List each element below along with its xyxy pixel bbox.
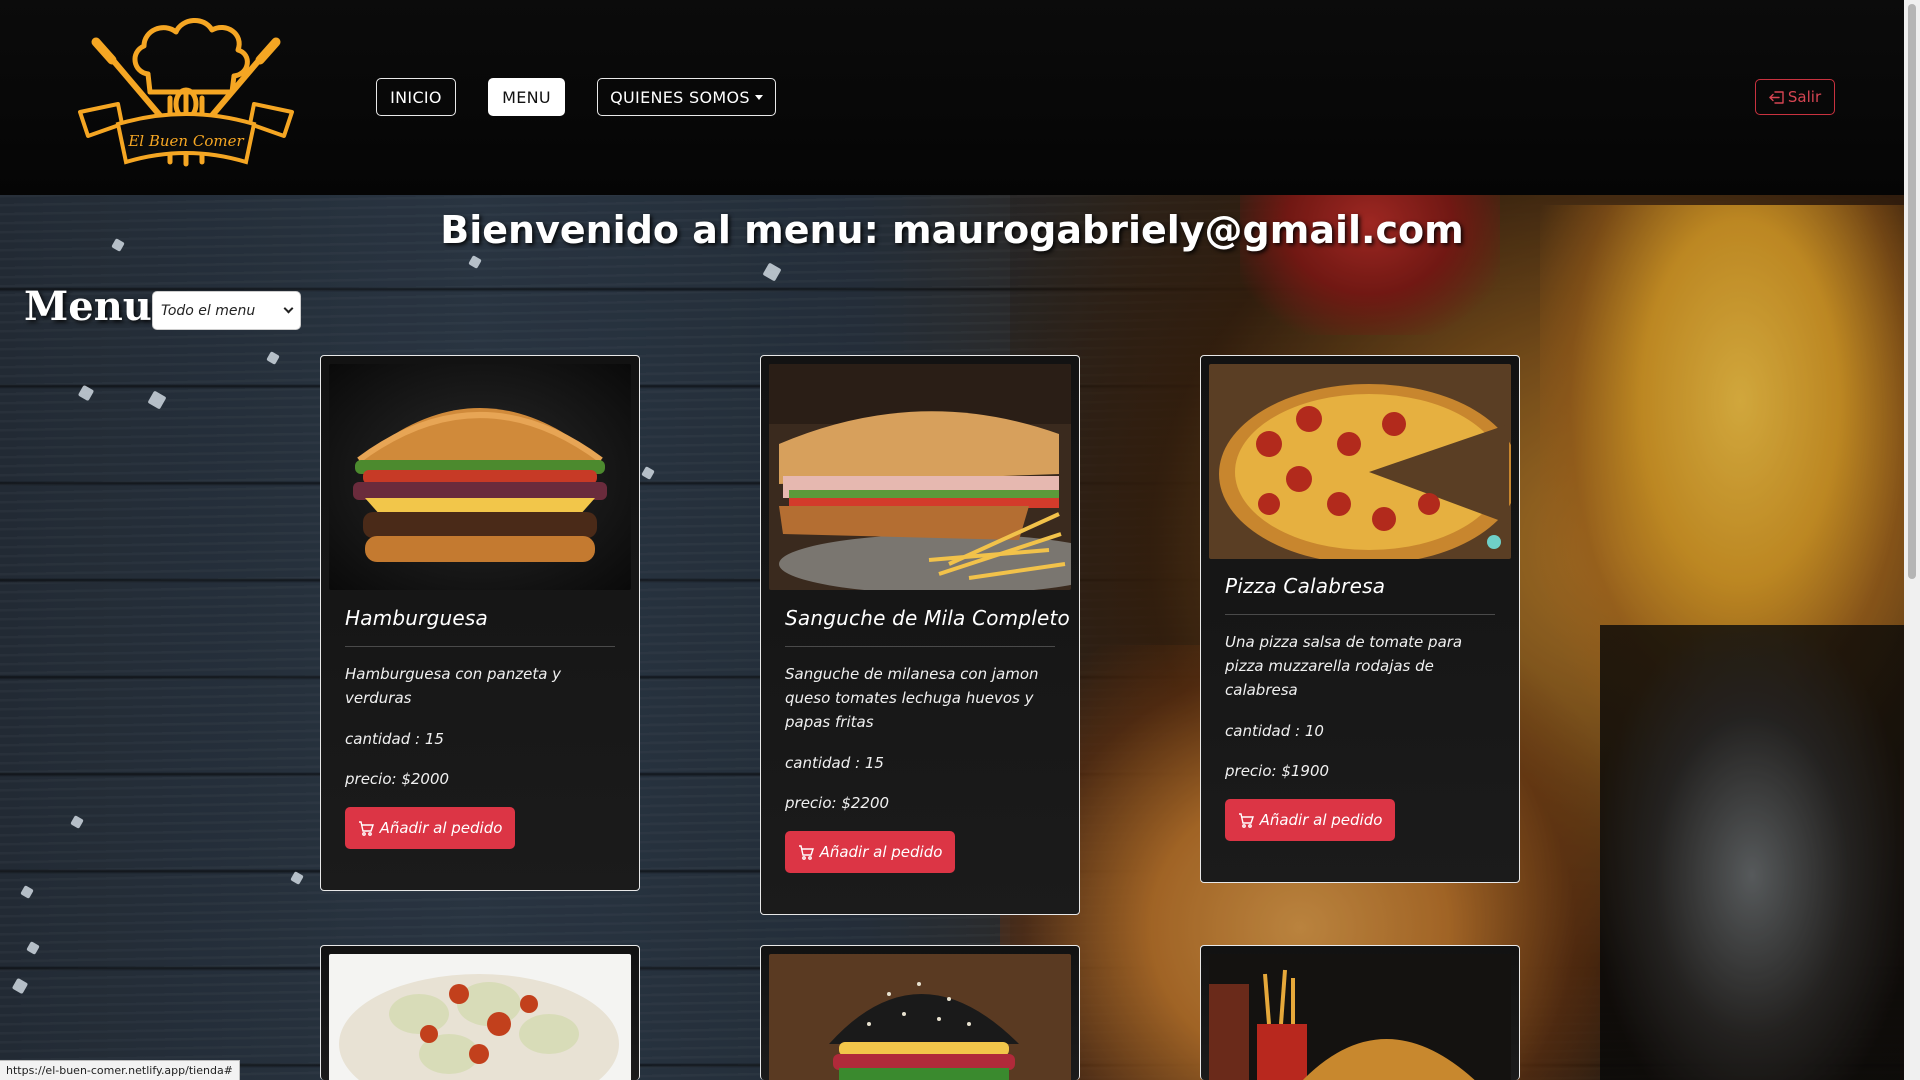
menu-card: Hamburguesa Hamburguesa con panzeta y ve… — [320, 355, 640, 891]
status-bar-url: https://el-buen-comer.netlify.app/tienda… — [0, 1060, 240, 1080]
card-title: Hamburguesa — [345, 606, 488, 630]
chef-logo-icon[interactable]: El Buen Comer — [78, 12, 294, 184]
chevron-down-icon — [283, 303, 294, 314]
card-quantity: cantidad : 15 — [785, 754, 884, 772]
menu-card: Pizza Calabresa Una pizza salsa de tomat… — [1200, 355, 1520, 883]
cart-icon — [1238, 812, 1254, 828]
card-divider — [345, 646, 615, 647]
cart-icon — [358, 820, 374, 836]
black-burger-image — [769, 954, 1071, 1080]
add-to-order-label: Añadir al pedido — [819, 843, 943, 861]
logout-label: Salir — [1787, 88, 1822, 106]
menu-card: Sanguche de Mila Completo Sanguche de mi… — [760, 355, 1080, 915]
card-price: precio: $2000 — [345, 770, 450, 788]
cart-icon — [798, 844, 814, 860]
menu-card — [320, 945, 640, 1080]
add-to-order-button[interactable]: Añadir al pedido — [785, 831, 955, 873]
card-quantity: cantidad : 10 — [1225, 722, 1324, 740]
add-to-order-label: Añadir al pedido — [1259, 811, 1383, 829]
nav-quienes-somos-label: QUIENES SOMOS — [610, 87, 750, 107]
menu-filter-value: Todo el menu — [161, 302, 256, 319]
nav-menu[interactable]: MENU — [488, 78, 565, 116]
caret-down-icon — [754, 94, 763, 100]
card-description: Sanguche de milanesa con jamon queso tom… — [785, 665, 1039, 731]
burger-fries-image — [1209, 954, 1511, 1080]
add-to-order-label: Añadir al pedido — [379, 819, 503, 837]
logout-icon — [1769, 90, 1784, 104]
nav-inicio[interactable]: INICIO — [376, 78, 456, 116]
menu-filter-select[interactable]: Todo el menu — [152, 291, 301, 330]
logout-button[interactable]: Salir — [1755, 79, 1835, 115]
menu-card — [760, 945, 1080, 1080]
ravioli-image — [329, 954, 631, 1080]
scrollbar-thumb[interactable] — [1908, 4, 1916, 579]
burger-image — [329, 364, 631, 590]
card-title: Pizza Calabresa — [1225, 574, 1386, 598]
add-to-order-button[interactable]: Añadir al pedido — [1225, 799, 1395, 841]
logo-text: El Buen Comer — [127, 132, 244, 150]
card-description: Una pizza salsa de tomate para pizza muz… — [1225, 633, 1463, 699]
nav-quienes-somos-dropdown[interactable]: QUIENES SOMOS — [597, 78, 776, 116]
card-quantity: cantidad : 15 — [345, 730, 444, 748]
add-to-order-button[interactable]: Añadir al pedido — [345, 807, 515, 849]
sandwich-image — [769, 364, 1071, 590]
card-price: precio: $1900 — [1225, 762, 1330, 780]
card-title: Sanguche de Mila Completo — [785, 606, 1070, 630]
menu-card — [1200, 945, 1520, 1080]
navbar: El Buen Comer INICIO MENU QUIENES SOMOS … — [0, 0, 1904, 195]
card-divider — [1225, 614, 1495, 615]
pizza-image — [1209, 364, 1511, 559]
card-divider — [785, 646, 1055, 647]
card-description: Hamburguesa con panzeta y verduras — [345, 665, 562, 707]
vertical-scrollbar[interactable] — [1904, 0, 1920, 1080]
card-price: precio: $2200 — [785, 794, 890, 812]
welcome-heading: Bienvenido al menu: maurogabriely@gmail.… — [440, 208, 1464, 252]
